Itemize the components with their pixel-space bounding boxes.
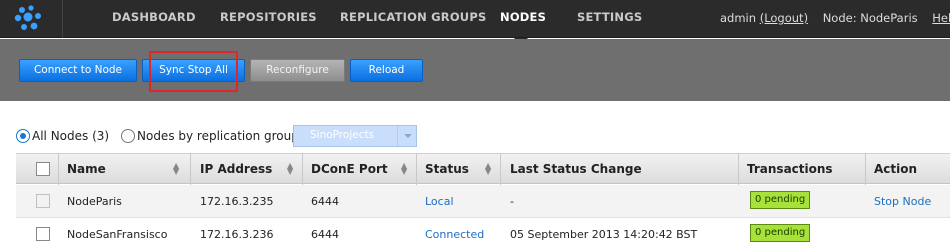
cell-port: 6444: [311, 228, 339, 241]
pending-badge: 0 pending: [750, 224, 811, 242]
sort-icon[interactable]: ▲ ▼: [401, 162, 407, 176]
toolbar: Connect to Node Sync Stop All Reconfigur…: [0, 39, 950, 101]
nav-replication-groups[interactable]: REPLICATION GROUPS: [340, 10, 486, 24]
highlight-box: [149, 51, 238, 92]
user-info: admin (Logout) Node: NodeParis Help: [720, 11, 950, 25]
cell-name: NodeParis: [67, 195, 122, 208]
cell-ip: 172.16.3.235: [200, 195, 274, 208]
row-checkbox[interactable]: [36, 227, 50, 241]
header-port[interactable]: DConE Port: [311, 162, 388, 176]
all-nodes-radio[interactable]: [16, 129, 30, 143]
cell-ip: 172.16.3.236: [200, 228, 274, 241]
column-divider: [500, 154, 501, 185]
chevron-down-icon[interactable]: [397, 126, 416, 146]
by-group-radio[interactable]: [121, 129, 135, 143]
replication-group-select[interactable]: SinoProjects: [293, 125, 417, 147]
column-divider: [416, 154, 417, 185]
logo-icon[interactable]: [12, 5, 50, 33]
sort-icon[interactable]: ▲ ▼: [173, 162, 179, 176]
current-node-label: Node: NodeParis: [822, 11, 918, 25]
header-name[interactable]: Name: [67, 162, 106, 176]
username: admin: [720, 11, 757, 25]
pending-badge: 0 pending: [750, 191, 811, 209]
reconfigure-button[interactable]: Reconfigure: [250, 59, 345, 82]
top-navigation-bar: DASHBOARD REPOSITORIES REPLICATION GROUP…: [0, 0, 950, 38]
column-divider: [738, 154, 739, 185]
by-group-label: Nodes by replication group: [137, 129, 299, 143]
nav-dashboard[interactable]: DASHBOARD: [112, 10, 196, 24]
column-divider: [58, 154, 59, 185]
column-divider: [302, 154, 303, 185]
header-last-change[interactable]: Last Status Change: [510, 162, 642, 176]
logout-link[interactable]: (Logout): [760, 11, 808, 25]
cell-status: Local: [425, 195, 454, 208]
replication-group-value: SinoProjects: [310, 129, 375, 141]
sort-icon[interactable]: ▲ ▼: [485, 162, 491, 176]
cell-status: Connected: [425, 228, 485, 241]
header-transactions: Transactions: [747, 162, 833, 176]
select-all-checkbox[interactable]: [36, 162, 50, 176]
column-divider: [865, 154, 866, 185]
help-link[interactable]: Help: [932, 11, 950, 25]
row-checkbox: [36, 194, 50, 208]
nav-nodes[interactable]: NODES: [500, 10, 546, 24]
header-status[interactable]: Status: [425, 162, 469, 176]
cell-port: 6444: [311, 195, 339, 208]
reload-button[interactable]: Reload: [350, 59, 423, 82]
sort-icon[interactable]: ▲ ▼: [287, 162, 293, 176]
header-action: Action: [874, 162, 918, 176]
column-divider: [190, 154, 191, 185]
cell-name: NodeSanFransisco: [67, 228, 168, 241]
nav-repositories[interactable]: REPOSITORIES: [220, 10, 317, 24]
stop-node-link[interactable]: Stop Node: [874, 195, 931, 208]
table-row: NodeParis 172.16.3.235 6444 Local - 0 pe…: [16, 185, 950, 217]
header-ip[interactable]: IP Address: [200, 162, 272, 176]
cell-last-change: -: [510, 195, 514, 208]
cell-last-change: 05 September 2013 14:20:42 BST: [510, 228, 698, 241]
logo-divider: [62, 0, 63, 38]
connect-to-node-button[interactable]: Connect to Node: [19, 59, 137, 82]
table-row: NodeSanFransisco 172.16.3.236 6444 Conne…: [16, 218, 950, 250]
table-header: Name ▲ ▼ IP Address ▲ ▼ DConE Port ▲ ▼ Stat…: [16, 153, 950, 185]
all-nodes-label: All Nodes (3): [32, 129, 110, 143]
nav-settings[interactable]: SETTINGS: [577, 10, 642, 24]
